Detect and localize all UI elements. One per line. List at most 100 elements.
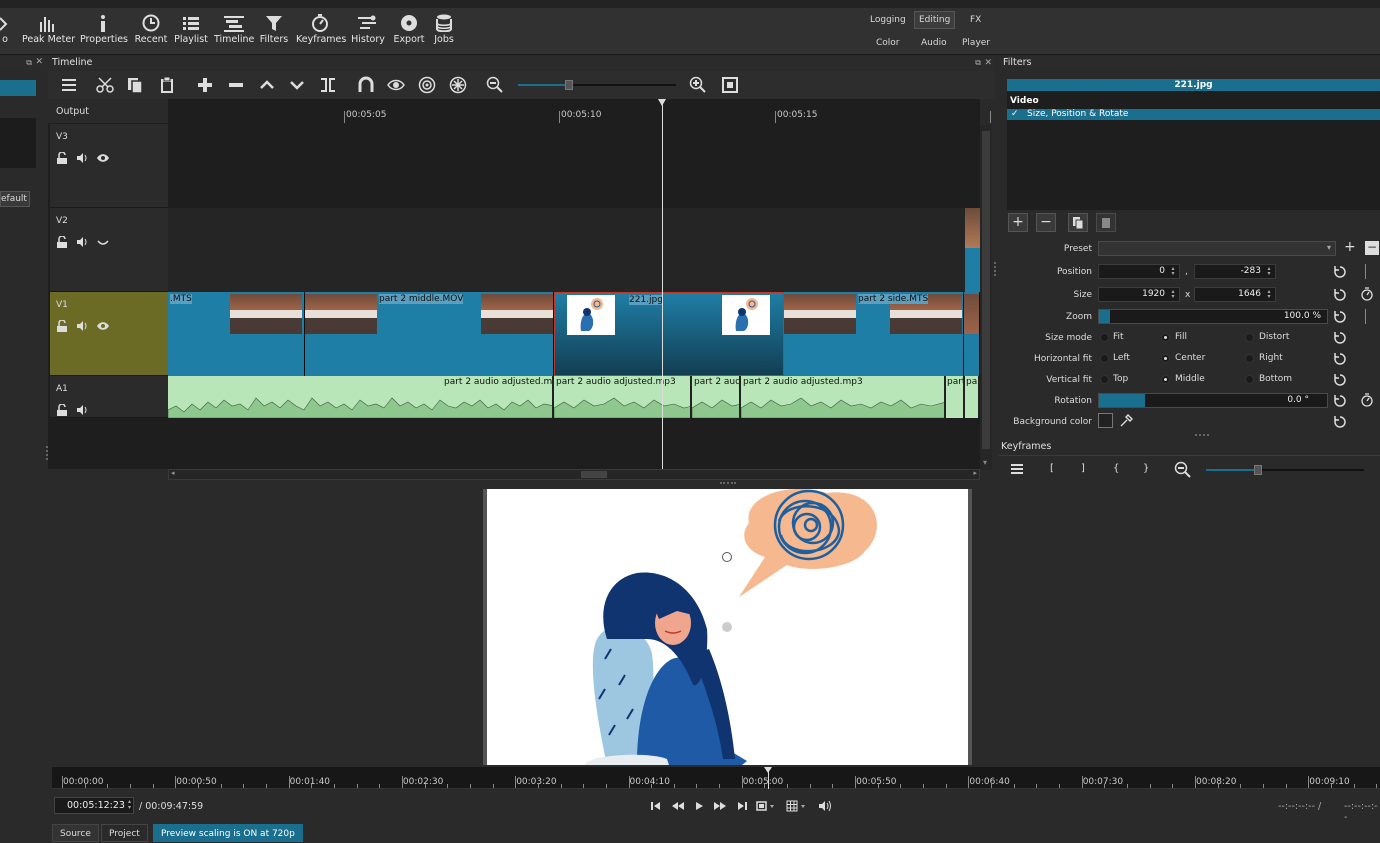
preview-scaling-status[interactable]: Preview scaling is ON at 720p (153, 824, 303, 842)
spin-icon[interactable]: ▴ ▾ (1168, 289, 1178, 300)
play-icon[interactable] (694, 801, 704, 811)
reset-icon[interactable] (1333, 415, 1347, 429)
audio-clip[interactable]: part 2 audi (692, 376, 741, 418)
clip-221-jpg[interactable]: 221.jpg (554, 292, 784, 376)
layout-color[interactable]: Color (872, 35, 904, 51)
zoom-mode-icon[interactable] (756, 800, 776, 812)
speaker-icon[interactable] (76, 152, 88, 164)
check-icon[interactable]: ✓ (1011, 109, 1019, 119)
lock-icon[interactable] (56, 320, 68, 332)
track-header-v3[interactable]: V3 (50, 124, 168, 208)
remove-preset-icon[interactable]: − (1365, 241, 1379, 255)
out-point[interactable]: --:--:--:-- (1344, 801, 1380, 823)
clip-next[interactable] (964, 292, 980, 376)
reset-icon[interactable] (1333, 394, 1347, 408)
keyframe-stopwatch-icon[interactable] (1360, 287, 1374, 301)
menu-icon[interactable] (1010, 462, 1024, 476)
audio-clip[interactable]: part 2 audio adjusted.mp3 (168, 376, 554, 418)
playhead[interactable] (658, 99, 666, 469)
radio-bottom[interactable] (1245, 375, 1254, 384)
fast-forward-icon[interactable] (714, 801, 726, 811)
zoom-out-icon[interactable] (486, 76, 504, 94)
splitter-handle[interactable] (994, 262, 996, 276)
ripple-all-icon[interactable] (449, 76, 467, 94)
paste-icon[interactable] (158, 76, 176, 94)
layout-fx[interactable]: FX (966, 12, 985, 28)
kf-zoom-handle[interactable] (1254, 465, 1262, 475)
toolbar-recent[interactable]: Recent (132, 14, 170, 58)
scroll-right-icon[interactable]: ▸ (973, 469, 977, 477)
remove-icon[interactable] (227, 76, 245, 94)
radio-middle[interactable] (1161, 375, 1170, 384)
eyedropper-icon[interactable] (1119, 414, 1133, 428)
radio-top[interactable] (1100, 375, 1109, 384)
scroll-left-icon[interactable]: ◂ (171, 469, 175, 477)
eye-icon[interactable] (96, 152, 110, 164)
radio-right[interactable] (1245, 354, 1254, 363)
reset-icon[interactable] (1333, 352, 1347, 366)
toolbar-item-cut[interactable]: o (0, 14, 10, 58)
lock-icon[interactable] (56, 152, 68, 164)
spin-icon[interactable]: ▴ ▾ (128, 799, 131, 811)
spin-icon[interactable]: ▴ ▾ (1264, 266, 1274, 277)
splitter-handle[interactable] (720, 482, 736, 485)
track-lane-a1[interactable]: part 2 audio adjusted.mp3 part 2 audio a… (168, 376, 980, 418)
lift-icon[interactable] (258, 76, 276, 94)
radio-fill[interactable] (1161, 333, 1170, 342)
toolbar-filters[interactable]: Filters (258, 14, 290, 58)
toolbar-properties[interactable]: Properties (80, 14, 128, 58)
ripple-icon[interactable] (418, 76, 436, 94)
zoom-in-icon[interactable] (689, 76, 707, 94)
radio-left[interactable] (1100, 354, 1109, 363)
in-point[interactable]: --:--:--:-- / (1278, 801, 1321, 812)
current-time-field[interactable]: 00:05:12:23 ▴ ▾ (54, 797, 134, 814)
kf-button[interactable]: { (1113, 463, 1119, 474)
audio-clip[interactable]: part (946, 376, 965, 418)
scrollbar-thumb[interactable] (581, 471, 607, 478)
track-header-v2[interactable]: V2 (50, 208, 168, 292)
float-icon[interactable]: ⧉ (975, 56, 981, 70)
layout-player[interactable]: Player (958, 35, 994, 51)
position-x-field[interactable]: 0 ▴ ▾ (1098, 264, 1180, 279)
track-lane-v1[interactable]: .MTS part 2 middle.MOV 221.jpg part 2 si… (168, 292, 980, 376)
audio-clip[interactable]: pa (965, 376, 980, 418)
clip-middle-mov[interactable]: part 2 middle.MOV (305, 292, 554, 376)
toolbar-history[interactable]: History (350, 14, 386, 58)
toolbar-keyframes[interactable]: Keyframes (296, 14, 346, 58)
copy-icon[interactable] (126, 76, 144, 94)
grid-icon[interactable] (786, 800, 808, 812)
radio-distort[interactable] (1245, 333, 1254, 342)
scroll-down-icon[interactable]: ▾ (983, 458, 995, 470)
reset-icon[interactable] (1333, 373, 1347, 387)
scrollbar-thumb[interactable] (982, 131, 990, 449)
toolbar-playlist[interactable]: Playlist (174, 14, 208, 58)
default-button[interactable]: efault (0, 191, 30, 207)
zoom-slider-handle[interactable] (565, 80, 573, 90)
float-icon[interactable]: ⧉ (26, 58, 32, 68)
audio-clip[interactable]: part 2 audio adjusted.mp3 (741, 376, 946, 418)
filter-item[interactable]: ✓ Size, Position & Rotate (1007, 109, 1380, 120)
video-preview[interactable] (483, 489, 972, 765)
volume-icon[interactable] (818, 800, 832, 812)
paste-filter-button[interactable] (1096, 213, 1116, 232)
lock-icon[interactable] (56, 236, 68, 248)
close-icon[interactable]: ✕ (35, 57, 43, 67)
timeline-hscrollbar[interactable]: ◂ ▸ (168, 469, 980, 480)
track-lane-v3[interactable] (168, 124, 980, 208)
reset-icon[interactable] (1333, 265, 1347, 279)
zoom-out-icon[interactable] (1174, 461, 1192, 479)
menu-icon[interactable] (60, 76, 78, 94)
skip-start-icon[interactable] (650, 801, 662, 811)
kf-button[interactable]: [ (1050, 463, 1054, 474)
left-panel-selection[interactable] (0, 80, 36, 96)
layout-audio[interactable]: Audio (917, 35, 951, 51)
splitter-handle[interactable] (1195, 434, 1209, 436)
toolbar-jobs[interactable]: Jobs (430, 14, 458, 58)
scrub-icon[interactable] (387, 76, 405, 94)
zoom-bar[interactable]: 100.0 % (1098, 309, 1328, 324)
tab-project[interactable]: Project (101, 824, 148, 842)
keyframe-stopwatch-icon[interactable] (1360, 393, 1374, 407)
layout-logging[interactable]: Logging (866, 12, 910, 28)
timeline-ruler[interactable]: Output 00:05:05 00:05:10 00:05:15 (48, 99, 991, 123)
layout-editing[interactable]: Editing (914, 11, 956, 29)
